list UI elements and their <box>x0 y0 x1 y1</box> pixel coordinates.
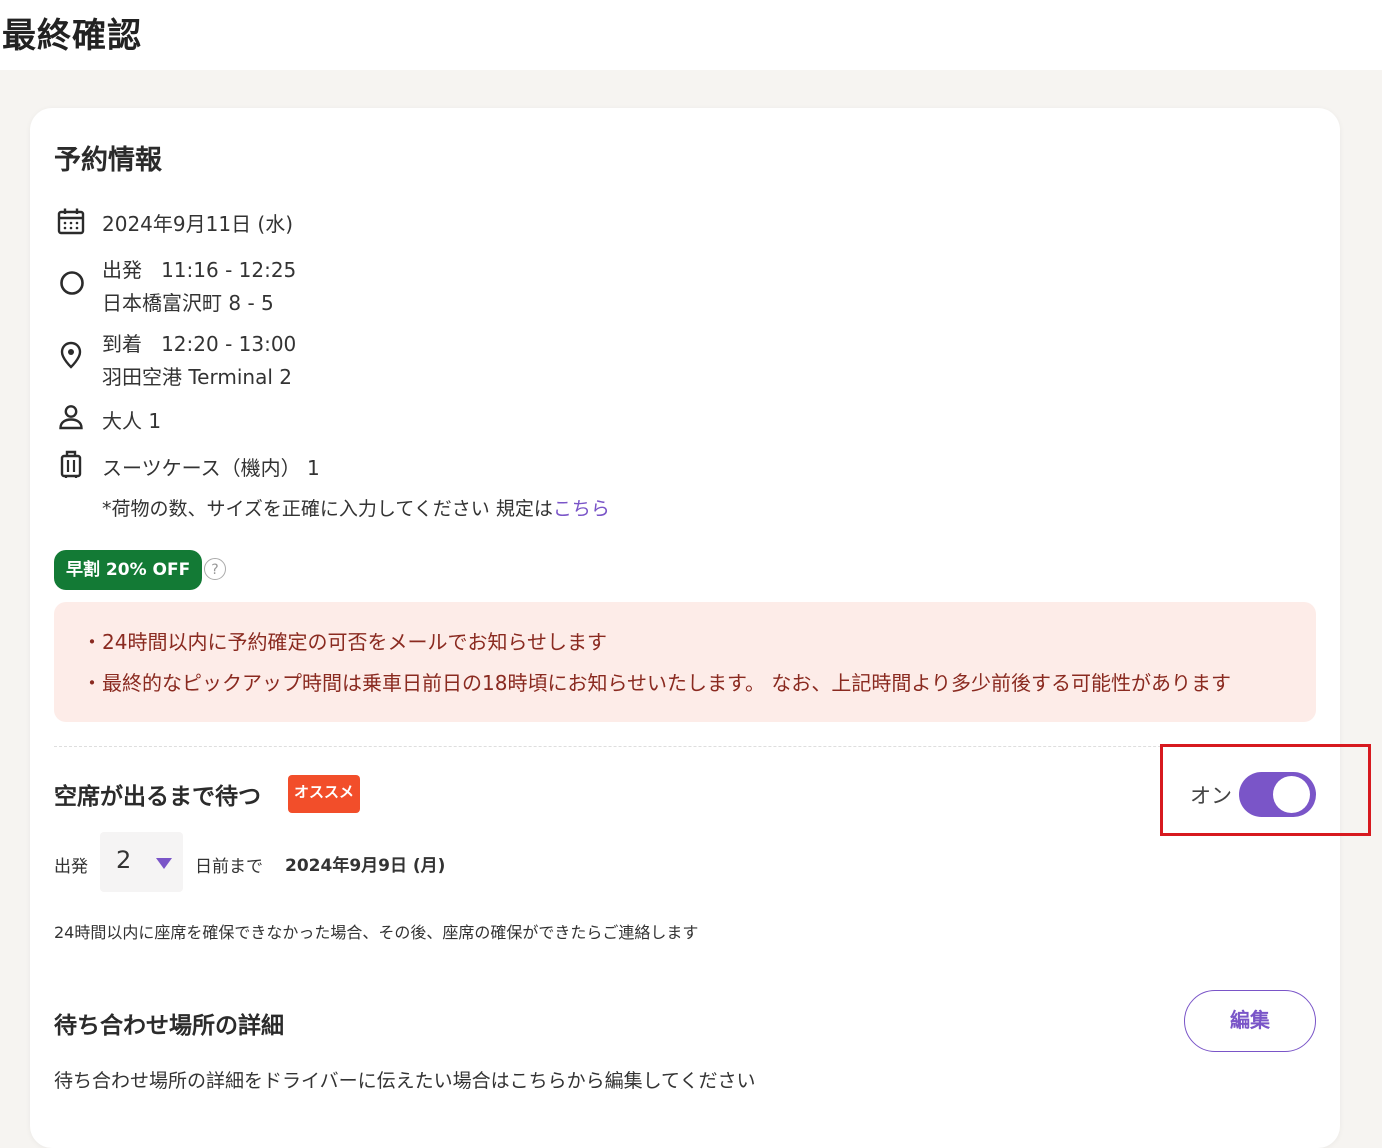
departure-label: 出発 <box>102 258 142 282</box>
passengers: 大人 1 <box>102 409 162 433</box>
person-icon <box>59 405 83 430</box>
chevron-down-icon <box>156 858 172 869</box>
circle-origin-icon <box>60 271 84 295</box>
luggage: スーツケース（機内） 1 <box>102 456 320 480</box>
meeting-title: 待ち合わせ場所の詳細 <box>54 1013 284 1039</box>
notice-line: ・最終的なピックアップ時間は乗車日前日の18時頃にお知らせいたします。 なお、上… <box>82 671 1232 695</box>
page-title: 最終確認 <box>2 16 142 56</box>
departure-place: 日本橋富沢町 8 - 5 <box>102 291 274 315</box>
suitcase-icon <box>60 450 82 478</box>
luggage-note-text: *荷物の数、サイズを正確に入力してください 規定は <box>102 498 553 520</box>
highlight-box <box>1160 744 1371 836</box>
waitlist-title: 空席が出るまで待つ <box>54 784 261 810</box>
recommend-badge: オススメ <box>288 775 361 813</box>
departure-line: 出発 11:16 - 12:25 <box>102 254 296 283</box>
luggage-rules-link[interactable]: こちら <box>553 498 610 520</box>
map-pin-icon <box>60 341 82 369</box>
waitlist-note: 24時間以内に座席を確保できなかった場合、その後、座席の確保ができたらご連絡しま… <box>54 923 699 942</box>
arrival-label: 到着 <box>102 332 142 356</box>
page-header: 最終確認 <box>0 0 1382 70</box>
days-before-value: 2 <box>116 846 132 874</box>
days-before-select[interactable]: 2 <box>100 832 183 892</box>
calendar-icon <box>57 208 85 235</box>
days-suffix: 日前まで <box>195 857 263 877</box>
waitlist-departure-label: 出発 <box>54 857 88 877</box>
arrival-line: 到着 12:20 - 13:00 <box>102 328 296 357</box>
discount-badge: 早割 20% OFF <box>54 550 203 590</box>
meeting-description: 待ち合わせ場所の詳細をドライバーに伝えたい場合はこちらから編集してください <box>54 1070 756 1092</box>
notice-box: ・24時間以内に予約確定の可否をメールでお知らせします ・最終的なピックアップ時… <box>54 602 1316 722</box>
edit-button[interactable]: 編集 <box>1184 990 1316 1052</box>
notice-line: ・24時間以内に予約確定の可否をメールでお知らせします <box>82 630 608 654</box>
deadline-date: 2024年9月9日 (月) <box>285 856 446 876</box>
reservation-date: 2024年9月11日 (水) <box>102 212 294 236</box>
section-divider <box>54 746 1316 747</box>
reservation-card: 予約情報 2024年9月11日 (水) 出発 11:16 - 12:25 日本橋… <box>30 108 1371 1148</box>
departure-time: 11:16 - 12:25 <box>161 258 297 282</box>
help-circle-icon[interactable]: ? <box>204 558 226 580</box>
arrival-time: 12:20 - 13:00 <box>161 332 297 356</box>
arrival-place: 羽田空港 Terminal 2 <box>102 365 292 389</box>
luggage-note: *荷物の数、サイズを正確に入力してください 規定はこちら <box>102 494 610 521</box>
reservation-section-title: 予約情報 <box>54 145 162 176</box>
